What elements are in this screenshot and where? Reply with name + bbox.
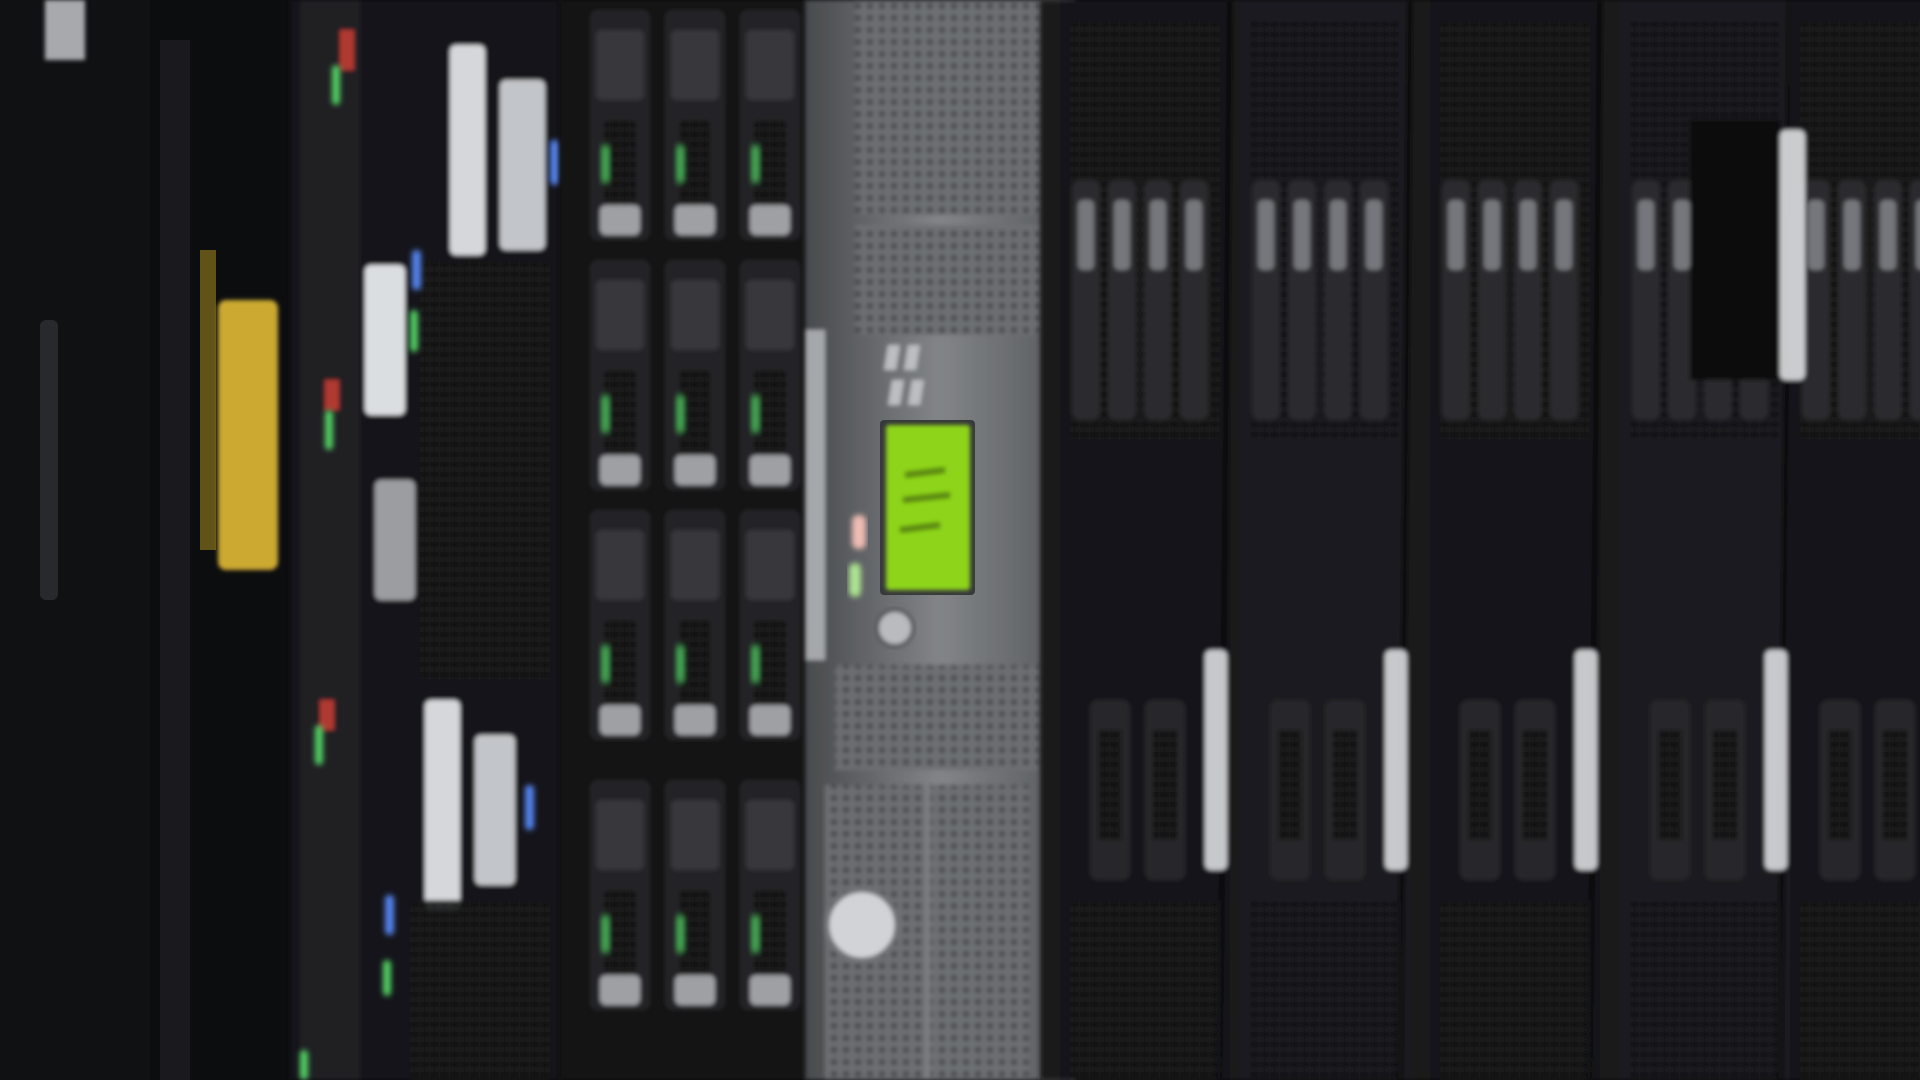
server-rack-photo <box>0 0 1920 1080</box>
rack-scene-svg <box>0 0 1920 1080</box>
